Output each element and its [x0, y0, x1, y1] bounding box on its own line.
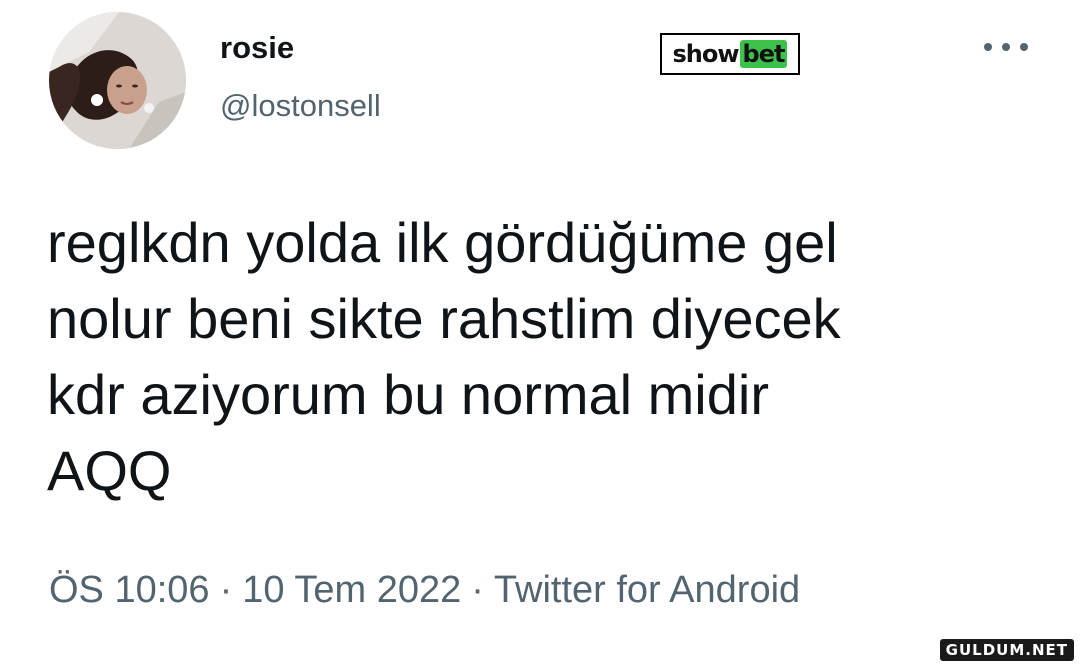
- user-handle[interactable]: @lostonsell: [220, 88, 381, 124]
- more-horizontal-icon-dot: [1002, 43, 1010, 51]
- tweet-metadata: ÖS 10:06 · 10 Tem 2022 · Twitter for Android: [49, 566, 800, 614]
- showbet-logo: show bet: [660, 33, 800, 75]
- tweet-text-line: reglkdn yolda ilk gördüğüme gel: [47, 211, 838, 274]
- tweet-date[interactable]: 10 Tem 2022: [242, 569, 461, 611]
- more-options-button[interactable]: [978, 34, 1034, 60]
- logo-text-part-a: show: [672, 40, 740, 68]
- avatar[interactable]: [49, 12, 186, 149]
- tweet-text: reglkdn yolda ilk gördüğüme gel nolur be…: [47, 205, 1047, 509]
- tweet-text-line: nolur beni sikte rahstlim diyecek: [47, 287, 841, 350]
- more-horizontal-icon-dot: [1020, 43, 1028, 51]
- tweet-time[interactable]: ÖS 10:06: [49, 569, 210, 611]
- profile-photo-image: [49, 12, 186, 149]
- meta-separator: ·: [471, 569, 484, 611]
- display-name[interactable]: rosie: [220, 30, 294, 66]
- more-horizontal-icon: [984, 43, 992, 51]
- site-watermark: GULDUM.NET: [939, 639, 1074, 661]
- meta-separator: ·: [219, 569, 233, 611]
- tweet-text-line: kdr aziyorum bu normal midir: [47, 363, 769, 426]
- tweet-text-line: AQQ: [47, 439, 172, 502]
- logo-text-part-b: bet: [739, 40, 788, 68]
- tweet-source[interactable]: Twitter for Android: [494, 569, 800, 611]
